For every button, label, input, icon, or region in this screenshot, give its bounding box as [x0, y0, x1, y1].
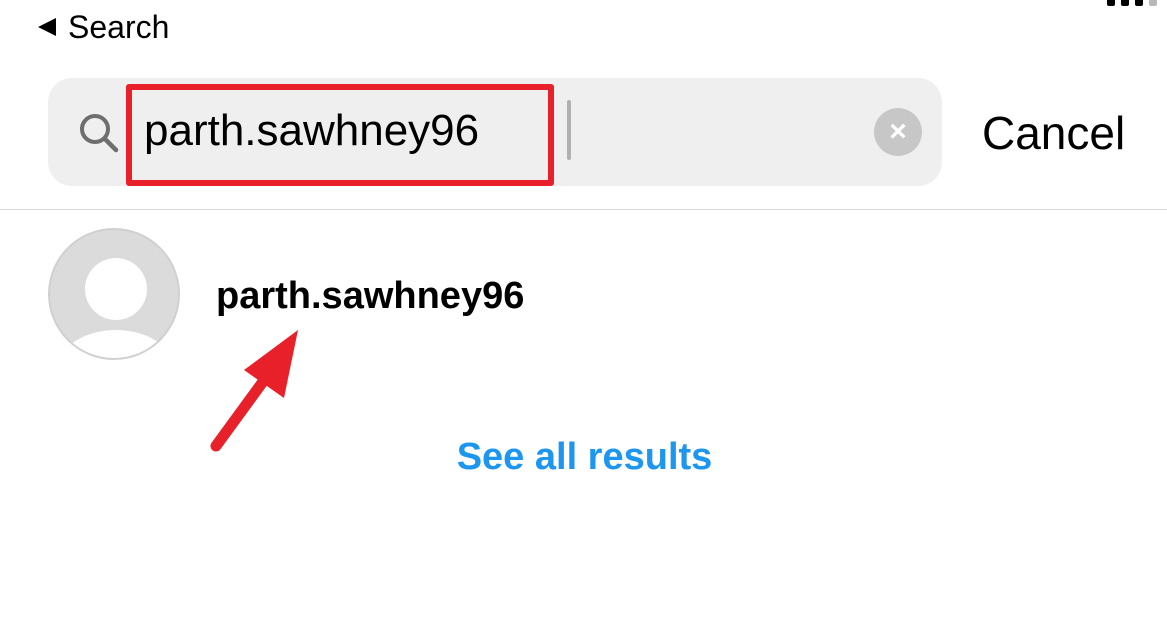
search-result-row[interactable]: parth.sawhney96 — [0, 222, 1167, 366]
text-cursor — [567, 100, 571, 160]
back-to-search-button[interactable]: Search — [38, 8, 169, 46]
back-arrow-icon — [38, 18, 56, 36]
cancel-button[interactable]: Cancel — [982, 106, 1125, 160]
clear-icon: × — [889, 115, 907, 148]
result-username: parth.sawhney96 — [216, 275, 525, 317]
see-all-results-link[interactable]: See all results — [0, 434, 1167, 480]
search-icon — [80, 114, 119, 153]
back-label: Search — [68, 9, 170, 45]
search-screen: Search × Cancel parth.sawhney96 — [0, 0, 1167, 626]
cellular-signal-icon — [1107, 0, 1157, 6]
search-input[interactable] — [144, 98, 564, 164]
see-all-results-label: See all results — [456, 436, 713, 478]
clear-search-button[interactable]: × — [874, 108, 922, 156]
default-avatar-icon — [48, 228, 180, 360]
search-field[interactable]: × — [48, 78, 942, 186]
divider — [0, 209, 1167, 210]
